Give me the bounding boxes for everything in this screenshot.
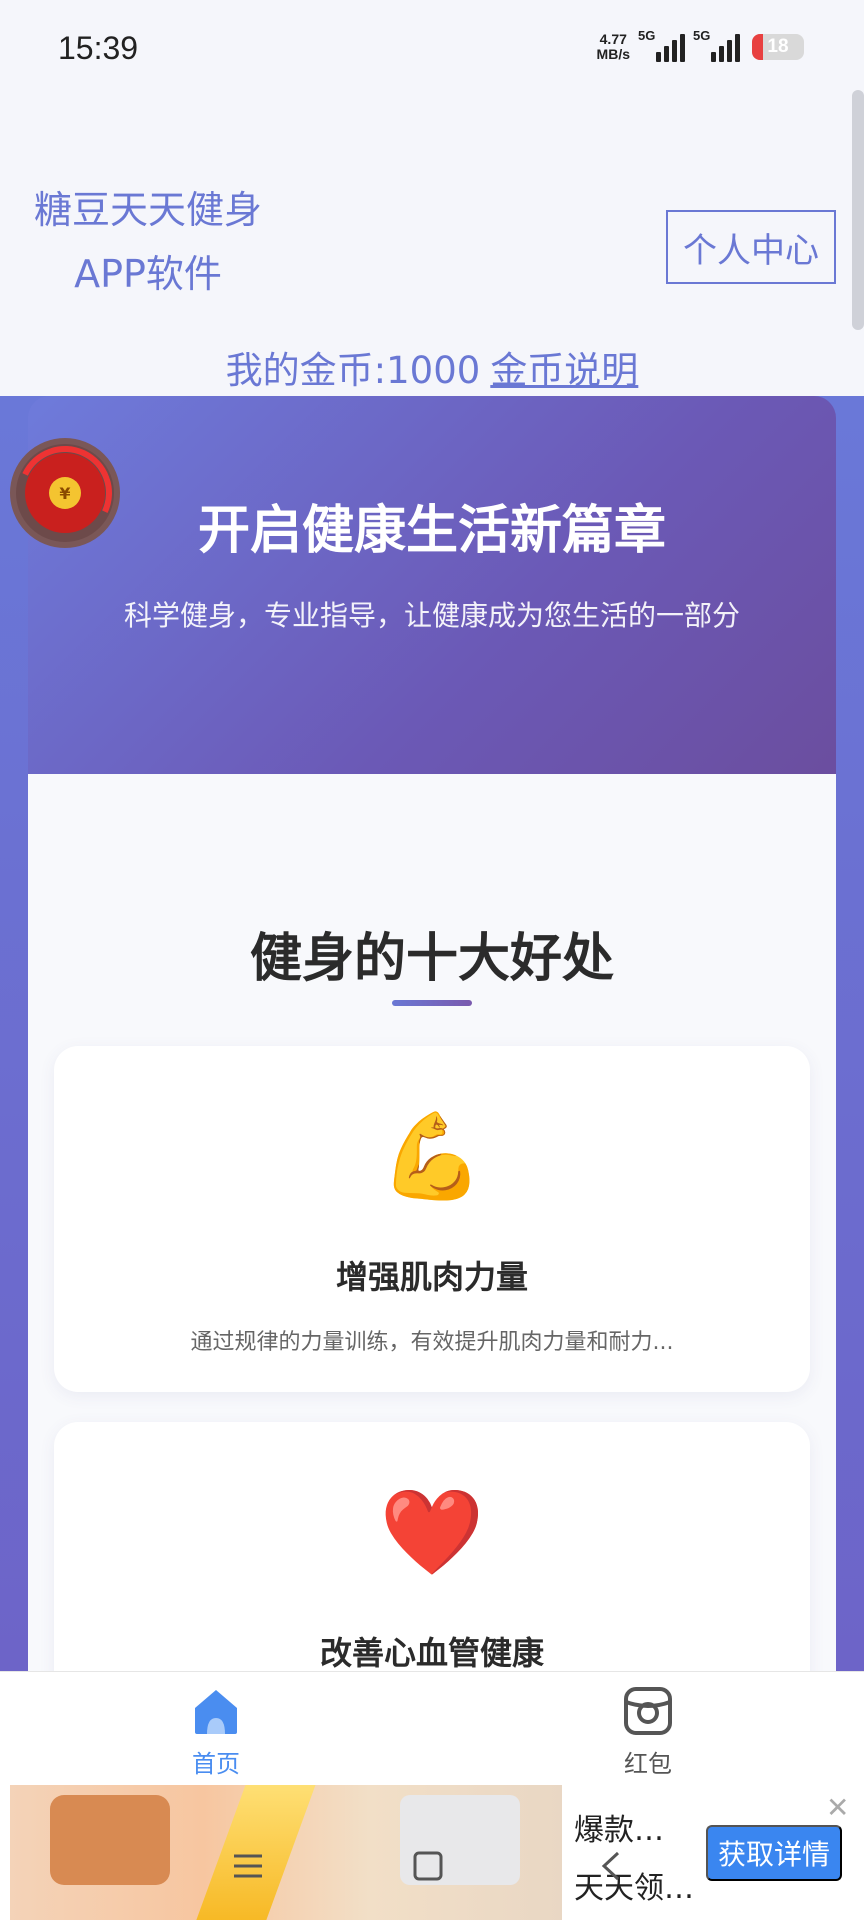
battery-icon: 18 [752,34,804,60]
flexed-biceps-icon: 💪 [379,1107,485,1205]
signal-icon: 5G [693,28,740,62]
status-icons: 4.77 MB/s 5G 5G 18 [597,28,804,62]
tab-red-packet[interactable]: 红包 [548,1672,748,1786]
scrollbar[interactable] [852,90,864,330]
bottom-tab-bar: 首页 红包 [0,1671,864,1785]
hero-subtitle: 科学健身，专业指导，让健康成为您生活的一部分 [123,599,740,632]
coins-balance: 我的金币:1000 [225,349,481,392]
profile-center-button[interactable]: 个人中心 [666,210,836,284]
home-nav-icon[interactable] [410,1848,446,1884]
battery-level: 18 [767,36,789,57]
hero-title: 开启健康生活新篇章 [197,501,666,561]
red-packet-tab-icon [624,1687,672,1735]
signal-icon: 5G [638,28,685,62]
hero-banner: 开启健康生活新篇章 科学健身，专业指导，让健康成为您生活的一部分 [28,396,836,774]
status-time: 15:39 [58,30,139,66]
ad-close-icon[interactable]: ✕ [826,1791,849,1824]
benefit-card[interactable]: ❤️ 改善心血管健康 [54,1422,810,1671]
status-bar: 15:39 4.77 MB/s 5G 5G 18 [0,0,864,100]
network-speed: 4.77 MB/s [597,32,630,62]
app-title-line1: 糖豆天天健身 [33,188,262,232]
tab-home-label: 首页 [192,1750,240,1778]
ad-headline: 爆款… [574,1813,664,1848]
benefit-card-title: 增强肌肉力量 [335,1258,528,1296]
benefit-card-description: 通过规律的力量训练，有效提升肌肉力量和耐力... [190,1330,674,1355]
tab-red-packet-label: 红包 [624,1750,672,1778]
menu-nav-icon[interactable] [230,1848,266,1884]
coins-help-link[interactable]: 金币说明 [490,349,638,392]
home-icon [195,1690,237,1734]
network-speed-unit: MB/s [596,46,630,62]
heart-icon: ❤️ [379,1483,485,1581]
ad-snack-image [50,1795,170,1885]
ad-image[interactable] [10,1785,562,1920]
back-nav-icon[interactable] [594,1848,630,1884]
network-speed-value: 4.77 [599,31,627,47]
benefit-card[interactable]: 💪 增强肌肉力量 通过规律的力量训练，有效提升肌肉力量和耐力... [54,1046,810,1392]
main-content-area: 开启健康生活新篇章 科学健身，专业指导，让健康成为您生活的一部分 健身的十大好处… [0,396,864,1671]
app-title: 糖豆天天健身 APP软件 [28,178,268,306]
signal-label: 5G [693,28,711,43]
benefits-section: 健身的十大好处 💪 增强肌肉力量 通过规律的力量训练，有效提升肌肉力量和耐力..… [28,774,836,1671]
section-title: 健身的十大好处 [249,929,614,989]
tab-home[interactable]: 首页 [116,1672,316,1786]
signal-label: 5G [638,28,656,43]
ad-subline: 天天领… [574,1871,694,1906]
coins-line: 我的金币:1000 金币说明 [0,340,864,394]
benefit-card-title: 改善心血管健康 [319,1634,544,1671]
section-title-underline [392,1000,472,1006]
floating-red-packet-button[interactable]: ¥ [4,432,126,554]
app-title-line2: APP软件 [74,252,222,296]
ad-get-details-button[interactable]: 获取详情 [706,1825,842,1881]
